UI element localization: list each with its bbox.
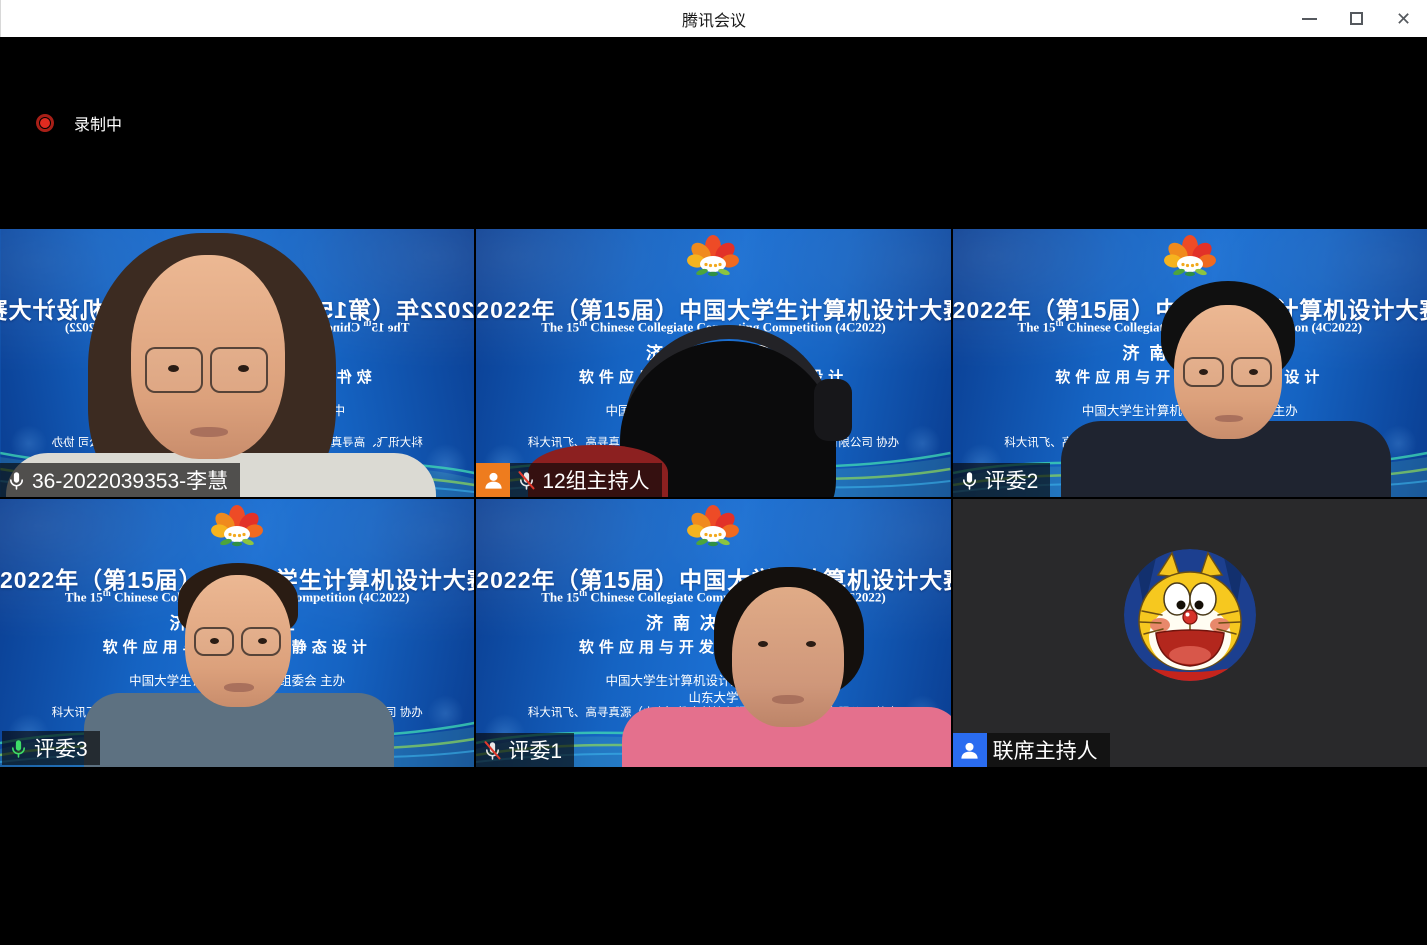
video-tile-judge2[interactable]: 2022年（第15届）中国大学生计算机设计大赛 The 15th Chinese… xyxy=(953,229,1427,497)
doraemon-avatar xyxy=(1124,549,1256,681)
minimize-icon xyxy=(1302,18,1317,20)
video-tile-judge1[interactable]: 2022年（第15届）中国大学生计算机设计大赛 The 15th Chinese… xyxy=(476,499,950,767)
window-controls: ✕ xyxy=(1286,0,1427,37)
recording-label: 录制中 xyxy=(74,111,122,135)
participant-name: 36-2022039353-李慧 xyxy=(32,465,228,495)
participant-video-group12-host xyxy=(476,229,950,497)
mic-muted-icon xyxy=(516,470,537,491)
mic-muted-icon xyxy=(482,740,503,761)
video-grid: 2022年（第15届）中国大学生计算机设计大赛 The 15th Chinese… xyxy=(0,229,1427,767)
window-titlebar: 腾讯会议 ✕ xyxy=(0,0,1427,37)
video-tile-group12-host[interactable]: 2022年（第15届）中国大学生计算机设计大赛 The 15th Chinese… xyxy=(476,229,950,497)
participant-label-row: 评委1 xyxy=(476,733,574,767)
mic-on-icon xyxy=(6,470,27,491)
participant-video-judge3 xyxy=(0,499,474,767)
mic-on-icon xyxy=(959,470,980,491)
record-icon xyxy=(36,114,54,132)
participant-label: 评委2 xyxy=(953,463,1051,497)
participant-label-row: 36-2022039353-李慧 xyxy=(0,463,240,497)
participant-video-judge1 xyxy=(476,499,950,767)
participant-name: 12组主持人 xyxy=(542,465,649,495)
participant-label: 12组主持人 xyxy=(510,463,661,497)
participant-label-row: 评委3 xyxy=(2,731,100,765)
maximize-button[interactable] xyxy=(1333,0,1380,37)
participant-name: 评委1 xyxy=(508,735,562,765)
mic-speaking-icon xyxy=(8,738,29,759)
minimize-button[interactable] xyxy=(1286,0,1333,37)
participant-label-row: 评委2 xyxy=(953,463,1051,497)
participant-video-lihui xyxy=(0,229,474,497)
cohost-badge-icon xyxy=(953,733,987,767)
close-icon: ✕ xyxy=(1396,10,1411,28)
participant-name: 评委2 xyxy=(985,465,1039,495)
video-tile-cohost[interactable]: 联席主持人 xyxy=(953,499,1427,767)
participant-name: 评委3 xyxy=(34,733,88,763)
host-badge-icon xyxy=(476,463,510,497)
meeting-window: 腾讯会议 ✕ 录制中 2022年（第15届）中国大学生计算机设计大赛 The 1… xyxy=(0,0,1427,945)
video-tile-lihui[interactable]: 2022年（第15届）中国大学生计算机设计大赛 The 15th Chinese… xyxy=(0,229,474,497)
video-tile-judge3[interactable]: 2022年（第15届）中国大学生计算机设计大赛 The 15th Chinese… xyxy=(0,499,474,767)
participant-name: 联席主持人 xyxy=(993,735,1098,765)
participant-label: 36-2022039353-李慧 xyxy=(0,463,240,497)
recording-indicator: 录制中 xyxy=(36,111,122,135)
participant-label: 联席主持人 xyxy=(987,733,1110,767)
close-button[interactable]: ✕ xyxy=(1380,0,1427,37)
participant-video-judge2 xyxy=(953,229,1427,497)
maximize-icon xyxy=(1350,12,1363,25)
window-title: 腾讯会议 xyxy=(1,7,1427,31)
participant-label-row: 12组主持人 xyxy=(476,463,661,497)
participant-label-row: 联席主持人 xyxy=(953,733,1110,767)
meeting-stage: 录制中 2022年（第15届）中国大学生计算机设计大赛 The 15th Chi… xyxy=(0,37,1427,945)
participant-label: 评委1 xyxy=(476,733,574,767)
participant-label: 评委3 xyxy=(2,731,100,765)
